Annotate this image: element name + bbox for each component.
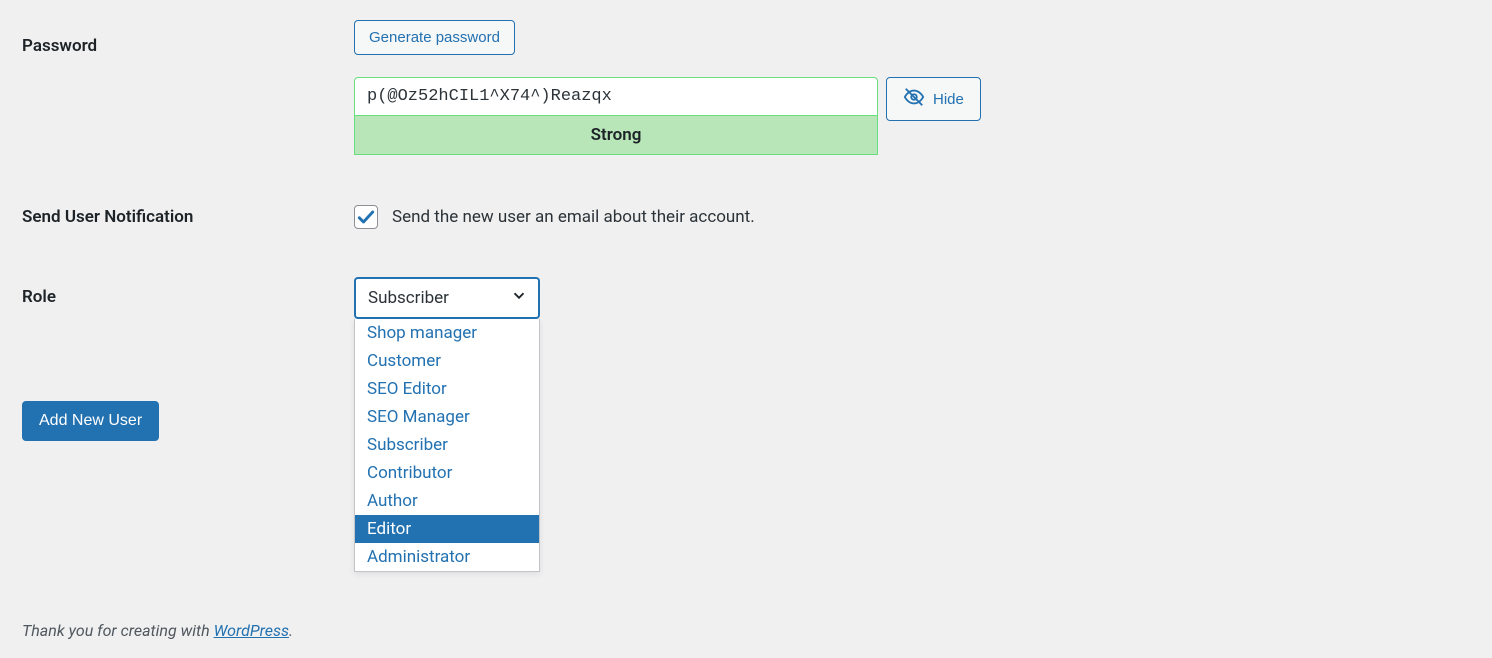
role-selected-value: Subscriber — [368, 288, 449, 308]
generate-password-button[interactable]: Generate password — [354, 20, 515, 55]
role-option[interactable]: Author — [355, 487, 539, 515]
role-option[interactable]: Editor — [355, 515, 539, 543]
role-select[interactable]: Subscriber — [354, 277, 540, 319]
password-strength-indicator: Strong — [354, 116, 878, 155]
notification-checkbox[interactable] — [354, 205, 378, 229]
chevron-down-icon — [510, 287, 528, 310]
footer-suffix: . — [289, 621, 293, 640]
footer-credit: Thank you for creating with WordPress. — [22, 621, 293, 640]
role-option[interactable]: SEO Manager — [355, 403, 539, 431]
hide-password-button[interactable]: Hide — [886, 77, 981, 121]
wordpress-link[interactable]: WordPress — [214, 621, 289, 640]
role-row: Role Subscriber Shop managerCustomerSEO … — [22, 277, 1470, 319]
role-dropdown: Shop managerCustomerSEO EditorSEO Manage… — [354, 319, 540, 572]
add-new-user-button[interactable]: Add New User — [22, 401, 159, 441]
role-option[interactable]: Shop manager — [355, 319, 539, 347]
role-label: Role — [22, 277, 354, 307]
hide-button-label: Hide — [933, 91, 964, 108]
footer-prefix: Thank you for creating with — [22, 621, 214, 640]
password-row: Password Generate password Strong — [22, 20, 1470, 155]
role-option[interactable]: Administrator — [355, 543, 539, 571]
eye-slash-icon — [903, 86, 925, 112]
role-option[interactable]: SEO Editor — [355, 375, 539, 403]
password-label: Password — [22, 20, 354, 56]
role-option[interactable]: Contributor — [355, 459, 539, 487]
notification-row: Send User Notification Send the new user… — [22, 205, 1470, 229]
password-input[interactable] — [354, 77, 878, 116]
notification-label: Send User Notification — [22, 207, 354, 227]
role-option[interactable]: Customer — [355, 347, 539, 375]
role-option[interactable]: Subscriber — [355, 431, 539, 459]
notification-description: Send the new user an email about their a… — [392, 207, 755, 227]
